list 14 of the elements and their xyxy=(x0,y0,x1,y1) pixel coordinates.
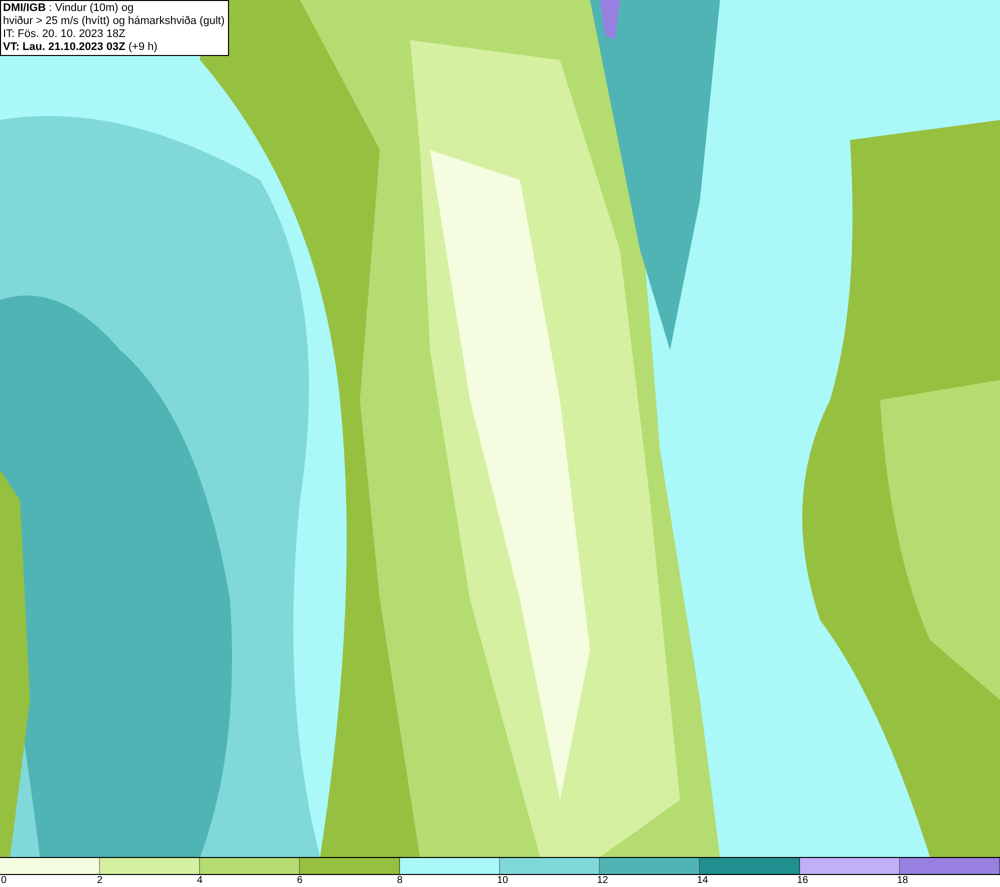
title-text: hviður > 25 m/s (hvítt) og hámarkshviða (gult) xyxy=(3,15,226,28)
legend-label: 12 xyxy=(597,875,608,887)
legend-label: 0 xyxy=(1,875,7,887)
legend-label: 4 xyxy=(197,875,203,887)
legend-label: 16 xyxy=(797,875,808,887)
legend-label: 18 xyxy=(897,875,908,887)
title-text: IT: Fös. 20. 10. 2023 18Z xyxy=(3,28,126,41)
legend-label: 6 xyxy=(297,875,303,887)
title-text: DMI/IGB : Vindur (10m) og xyxy=(3,2,135,15)
legend-label: 2 xyxy=(97,875,103,887)
title-text: VT: Lau. 21.10.2023 03Z (+9 h) xyxy=(3,41,158,54)
legend-label: 10 xyxy=(497,875,508,887)
legend-label: 14 xyxy=(697,875,708,887)
legend-label: 8 xyxy=(397,875,403,887)
